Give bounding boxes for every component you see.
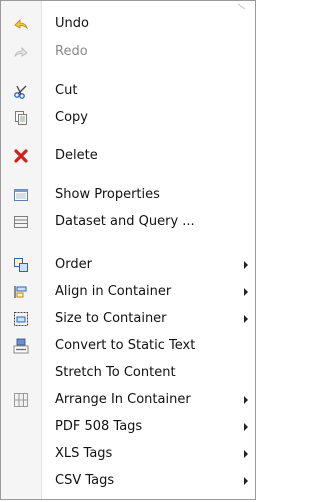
menu-item-csv-tags[interactable]: CSV Tags [1, 470, 255, 492]
menu-item-cut[interactable]: Cut [1, 80, 255, 102]
menu-item-label: Align in Container [55, 284, 172, 299]
menu-item-label: Dataset and Query ... [55, 214, 195, 229]
menu-item-delete[interactable]: Delete [1, 145, 255, 167]
menu-item-label: Delete [55, 148, 98, 163]
dataset-icon [14, 216, 28, 228]
size-icon [14, 312, 28, 326]
menu-item-show-properties[interactable]: Show Properties [1, 184, 255, 206]
menu-item-label: Cut [55, 83, 78, 98]
menu-item-arrange-in-container[interactable]: Arrange In Container [1, 389, 255, 411]
submenu-arrow-icon [244, 396, 248, 404]
label-icon [13, 338, 29, 354]
submenu-arrow-icon [244, 315, 248, 323]
copy-icon [15, 111, 27, 125]
menu-item-label: Convert to Static Text [55, 338, 196, 353]
menu-item-label: Arrange In Container [55, 392, 191, 407]
menu-item-redo[interactable]: Redo [1, 41, 255, 63]
menu-item-label: Copy [55, 110, 88, 125]
menu-item-label: Undo [55, 16, 89, 31]
menu-item-xls-tags[interactable]: XLS Tags [1, 443, 255, 465]
menu-item-copy[interactable]: Copy [1, 107, 255, 129]
menu-item-align-in-container[interactable]: Align in Container [1, 281, 255, 303]
undo-icon [14, 19, 28, 30]
grid-icon [14, 393, 28, 407]
context-menu: Undo Redo Cut Copy Delete Show Propertie… [0, 0, 256, 500]
menu-item-label: PDF 508 Tags [55, 419, 143, 434]
scissors-icon [14, 85, 27, 99]
menu-item-label: Size to Container [55, 311, 167, 326]
menu-item-stretch-to-content[interactable]: Stretch To Content [1, 362, 255, 384]
menu-item-size-to-container[interactable]: Size to Container [1, 308, 255, 330]
submenu-arrow-icon [244, 450, 248, 458]
corner-mark-icon [237, 3, 246, 10]
submenu-arrow-icon [244, 288, 248, 296]
submenu-arrow-icon [244, 261, 248, 269]
menu-item-undo[interactable]: Undo [1, 13, 255, 35]
menu-item-dataset-and-query[interactable]: Dataset and Query ... [1, 211, 255, 233]
menu-item-label: Stretch To Content [55, 365, 176, 380]
menu-item-label: Order [55, 257, 92, 272]
order-icon [14, 258, 28, 272]
menu-item-label: CSV Tags [55, 473, 115, 488]
redo-icon [14, 47, 28, 58]
menu-item-label: Show Properties [55, 187, 160, 202]
submenu-arrow-icon [244, 477, 248, 485]
menu-item-convert-to-static-text[interactable]: Convert to Static Text [1, 335, 255, 357]
menu-item-label: XLS Tags [55, 446, 113, 461]
align-icon [14, 286, 27, 298]
properties-icon [14, 189, 28, 201]
delete-icon [14, 149, 28, 163]
menu-item-order[interactable]: Order [1, 254, 255, 276]
menu-item-pdf-508-tags[interactable]: PDF 508 Tags [1, 416, 255, 438]
menu-item-label: Redo [55, 44, 88, 59]
submenu-arrow-icon [244, 423, 248, 431]
